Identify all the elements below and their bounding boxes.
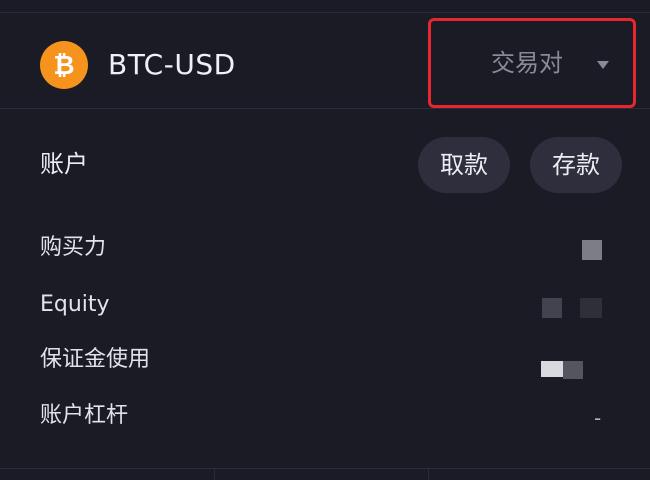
account-leverage-value: - xyxy=(594,406,602,430)
account-leverage-label: 账户杠杆 xyxy=(40,403,129,428)
deposit-button[interactable]: 存款 xyxy=(530,137,622,193)
market-header: ₿ BTC-USD 交易对 xyxy=(0,13,650,108)
svg-text:₿: ₿ xyxy=(53,51,74,81)
margin-usage-value-redacted-a xyxy=(541,361,563,377)
margin-usage-value-redacted-b xyxy=(563,361,583,379)
equity-value-redacted-b xyxy=(580,298,602,318)
trading-pair-selector[interactable]: 交易对 xyxy=(428,18,636,108)
caret-down-icon xyxy=(597,61,609,69)
buying-power-value-redacted xyxy=(582,240,602,260)
market-name: BTC-USD xyxy=(108,48,236,81)
buying-power-label: 购买力 xyxy=(40,235,107,260)
margin-usage-label: 保证金使用 xyxy=(40,347,151,372)
bottom-divider-1 xyxy=(214,468,215,480)
equity-label: Equity xyxy=(40,292,110,317)
header-divider xyxy=(0,108,650,109)
bottom-border xyxy=(0,468,650,469)
equity-value-redacted-a xyxy=(542,298,562,318)
account-title: 账户 xyxy=(40,150,88,178)
bottom-divider-2 xyxy=(428,468,429,480)
withdraw-button[interactable]: 取款 xyxy=(418,137,510,193)
bitcoin-icon: ₿ xyxy=(40,41,88,89)
trading-pair-selector-label: 交易对 xyxy=(491,49,563,77)
